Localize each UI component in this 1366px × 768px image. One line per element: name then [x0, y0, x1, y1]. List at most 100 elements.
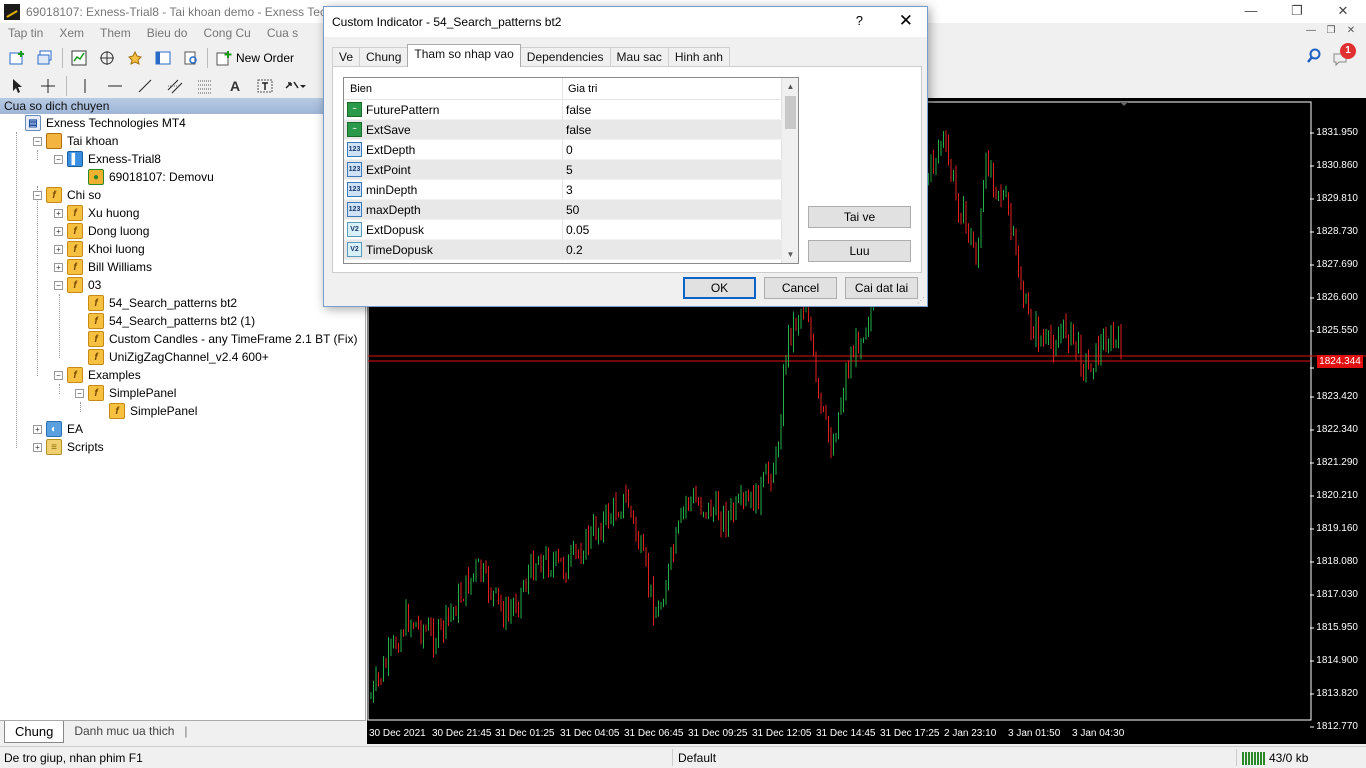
menu-insert[interactable]: Them	[92, 23, 139, 43]
tree-item[interactable]: f Custom Candles - any TimeFrame 2.1 BT (…	[88, 330, 358, 348]
parameter-row[interactable]: V2 TimeDopusk 0.2	[344, 240, 782, 260]
tree-item[interactable]: f 54_Search_patterns bt2	[88, 294, 237, 312]
cancel-button[interactable]: Cancel	[764, 277, 837, 299]
tree-item[interactable]: + f Xu huong	[54, 204, 139, 222]
tab-common[interactable]: Chung	[4, 721, 65, 743]
terminal-icon[interactable]	[151, 47, 175, 69]
minimize-button[interactable]: —	[1228, 0, 1274, 23]
text-icon[interactable]: A	[223, 75, 247, 97]
data-window-icon[interactable]	[95, 47, 119, 69]
vertical-line-icon[interactable]	[73, 75, 97, 97]
parameter-row[interactable]: ~ FuturePattern false	[344, 100, 782, 120]
menu-tools[interactable]: Cong Cu	[195, 23, 258, 43]
collapse-icon[interactable]: −	[54, 280, 63, 290]
parameter-row[interactable]: 123 ExtPoint 5	[344, 160, 782, 180]
collapse-icon[interactable]: −	[33, 136, 42, 146]
tree-item[interactable]: + f Dong luong	[54, 222, 149, 240]
tab-visualization[interactable]: Hinh anh	[667, 47, 730, 67]
parameter-value[interactable]: 0.2	[566, 243, 583, 257]
parameter-row[interactable]: 123 maxDepth 50	[344, 200, 782, 220]
tab-favorites[interactable]: Danh muc ua thich	[64, 721, 184, 741]
navigator-icon[interactable]	[123, 47, 147, 69]
mdi-restore-button[interactable]: ❐	[1324, 25, 1338, 36]
menu-window[interactable]: Cua s	[259, 23, 306, 43]
resize-grip-icon[interactable]: ⋰	[917, 296, 925, 305]
new-chart-icon[interactable]	[6, 47, 30, 69]
tab-common-settings[interactable]: Chung	[359, 47, 409, 67]
search-icon[interactable]	[1306, 48, 1322, 68]
collapse-icon[interactable]: −	[33, 190, 42, 200]
expand-icon[interactable]: +	[54, 244, 63, 254]
menu-charts[interactable]: Bieu do	[139, 23, 196, 43]
parameter-row[interactable]: ~ ExtSave false	[344, 120, 782, 140]
tree-item[interactable]: + f Khoi luong	[54, 240, 145, 258]
market-watch-icon[interactable]	[67, 47, 91, 69]
scroll-thumb[interactable]	[785, 96, 796, 129]
tree-item[interactable]: ▤ Exness Technologies MT4	[25, 114, 186, 132]
mdi-minimize-button[interactable]: —	[1304, 25, 1318, 36]
parameters-scrollbar[interactable]: ▲ ▼	[781, 78, 798, 263]
arrows-dropdown-icon[interactable]	[283, 75, 307, 97]
tree-item[interactable]: ● 69018107: Demovu	[88, 168, 214, 186]
equidistant-channel-icon[interactable]	[163, 75, 187, 97]
tree-item[interactable]: + ≡ Scripts	[33, 438, 104, 456]
expand-icon[interactable]: +	[33, 442, 42, 452]
parameter-row[interactable]: 123 minDepth 3	[344, 180, 782, 200]
fibonacci-icon[interactable]	[193, 75, 217, 97]
save-button[interactable]: Luu	[808, 240, 911, 262]
strategy-tester-icon[interactable]	[179, 47, 203, 69]
tree-item[interactable]: − f Chi so	[33, 186, 101, 204]
scroll-up-icon[interactable]: ▲	[782, 78, 798, 95]
parameter-value[interactable]: 0.05	[566, 223, 589, 237]
tab-dependencies[interactable]: Dependencies	[519, 47, 611, 67]
parameter-row[interactable]: 123 ExtDepth 0	[344, 140, 782, 160]
parameters-table[interactable]: Bien Gia tri ▲ ▼ ~ FuturePattern false ~ Ext…	[343, 77, 799, 264]
tree-item[interactable]: f UniZigZagChannel_v2.4 600+	[88, 348, 269, 366]
tree-item[interactable]: + ◐ EA	[33, 420, 83, 438]
parameter-value[interactable]: false	[566, 103, 591, 117]
tree-item[interactable]: f 54_Search_patterns bt2 (1)	[88, 312, 255, 330]
expand-icon[interactable]: +	[54, 262, 63, 272]
tree-item[interactable]: − ▌ Exness-Trial8	[54, 150, 161, 168]
new-order-button[interactable]: New Order	[212, 47, 298, 69]
dialog-close-button[interactable]: ✕	[899, 11, 913, 31]
ok-button[interactable]: OK	[683, 277, 756, 299]
parameter-value[interactable]: 0	[566, 143, 573, 157]
parameter-row[interactable]: V2 ExtDopusk 0.05	[344, 220, 782, 240]
text-label-icon[interactable]	[253, 75, 277, 97]
scroll-down-icon[interactable]: ▼	[782, 246, 798, 263]
menu-view[interactable]: Xem	[51, 23, 92, 43]
reset-button[interactable]: Cai dat lai	[845, 277, 918, 299]
collapse-icon[interactable]: −	[54, 154, 63, 164]
tree-item[interactable]: − f 03	[54, 276, 101, 294]
tree-item[interactable]: − f SimplePanel	[75, 384, 176, 402]
tab-colors[interactable]: Mau sac	[609, 47, 669, 67]
parameter-value[interactable]: 5	[566, 163, 573, 177]
horizontal-line-icon[interactable]	[103, 75, 127, 97]
collapse-icon[interactable]: −	[75, 388, 84, 398]
tree-item[interactable]: − Tai khoan	[33, 132, 118, 150]
collapse-icon[interactable]: −	[54, 370, 63, 380]
expand-icon[interactable]: +	[54, 208, 63, 218]
parameter-value[interactable]: 3	[566, 183, 573, 197]
load-button[interactable]: Tai ve	[808, 206, 911, 228]
menu-file[interactable]: Tap tin	[0, 23, 51, 43]
expand-icon[interactable]: +	[33, 424, 42, 434]
parameter-value[interactable]: false	[566, 123, 591, 137]
tree-item[interactable]: − f Examples	[54, 366, 141, 384]
restore-button[interactable]: ❐	[1274, 0, 1320, 23]
trendline-icon[interactable]	[133, 75, 157, 97]
close-button[interactable]: ✕	[1320, 0, 1366, 23]
tree-item[interactable]: f SimplePanel	[109, 402, 197, 420]
status-profile[interactable]: Default	[678, 751, 716, 765]
profiles-icon[interactable]	[34, 47, 58, 69]
dialog-help-button[interactable]: ?	[856, 13, 863, 28]
crosshair-icon[interactable]	[36, 75, 60, 97]
parameter-value[interactable]: 50	[566, 203, 579, 217]
connection-status[interactable]: 43/0 kb	[1242, 751, 1308, 765]
cursor-icon[interactable]	[6, 75, 30, 97]
notifications-icon[interactable]: 1	[1332, 43, 1356, 67]
tree-item[interactable]: + f Bill Williams	[54, 258, 152, 276]
tab-about[interactable]: Ve	[332, 47, 361, 67]
expand-icon[interactable]: +	[54, 226, 63, 236]
